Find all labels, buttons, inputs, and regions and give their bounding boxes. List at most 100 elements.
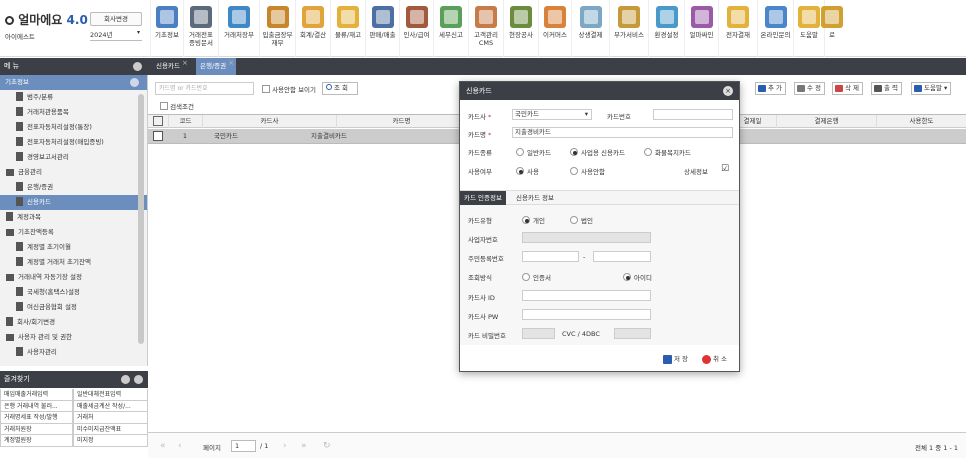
prev-page-icon[interactable]: ‹ xyxy=(178,441,182,451)
search-condition-toggle[interactable]: 검색조건 xyxy=(160,101,194,111)
toolbar-settings[interactable]: 환경설정 xyxy=(648,0,684,57)
first-page-icon[interactable]: « xyxy=(160,441,166,451)
last-page-icon[interactable]: » xyxy=(301,441,307,451)
search-input[interactable]: 카드명 or 카드번호 xyxy=(155,82,254,95)
tree-scrollbar[interactable] xyxy=(138,94,144,344)
favorite-item[interactable]: 일반대체전표입력 xyxy=(73,389,148,401)
close-icon[interactable]: × xyxy=(723,86,733,96)
toolbar-construction[interactable]: 현장공사 xyxy=(503,0,538,57)
show-unused-checkbox[interactable]: 사용안함 보이기 xyxy=(262,84,316,94)
cancel-button[interactable]: 취 소 xyxy=(700,353,730,366)
toolbar-hr[interactable]: 인사/급여 xyxy=(399,0,433,57)
toolbar-sign[interactable]: 얼마싸인 xyxy=(684,0,718,57)
tree-item[interactable]: 금융관리 xyxy=(0,165,147,180)
toolbar-basic-info[interactable]: 기초정보 xyxy=(150,0,183,57)
toolbar-cash-ledger[interactable]: 입출금장부 재무 xyxy=(259,0,295,57)
tree-item[interactable]: 계정과목 xyxy=(0,210,147,225)
toolbar-tax[interactable]: 세무신고 xyxy=(433,0,468,57)
edit-button[interactable]: 수 정 xyxy=(794,82,826,95)
close-icon[interactable]: × xyxy=(228,55,234,72)
tree-item[interactable]: 전표자동처리설정(매입증빙) xyxy=(0,135,147,150)
refresh-icon[interactable]: ↻ xyxy=(323,441,331,451)
tree-item[interactable]: 기초정보 xyxy=(0,75,147,90)
card-id-input[interactable] xyxy=(522,290,651,301)
col-card-company[interactable]: 카드사 xyxy=(202,115,336,128)
collapse-icon[interactable] xyxy=(133,62,142,71)
close-icon[interactable]: × xyxy=(182,55,188,72)
tree-item[interactable]: 회사/회기변경 xyxy=(0,315,147,330)
favorite-item[interactable]: 계정별원장 xyxy=(0,435,73,447)
auth-personal-radio[interactable]: 개인 xyxy=(522,215,545,225)
print-button[interactable]: 출 력 xyxy=(871,82,903,95)
tab-credit-card[interactable]: 신용카드 × xyxy=(152,58,190,75)
add-button[interactable]: 추 가 xyxy=(755,82,787,95)
next-page-icon[interactable]: › xyxy=(283,441,287,451)
toolbar-voucher[interactable]: 거래전표 증빙문서 xyxy=(183,0,218,57)
toolbar-sales[interactable]: 판매/매출 xyxy=(365,0,399,57)
favorite-item[interactable]: 미수미지급잔액표 xyxy=(73,423,148,435)
usage-off-radio[interactable]: 사용안함 xyxy=(570,166,605,176)
usage-on-radio[interactable]: 사용 xyxy=(516,166,539,176)
tree-item[interactable]: 기초잔액등록 xyxy=(0,225,147,240)
toolbar-service[interactable]: 부가서비스 xyxy=(609,0,648,57)
tab-bank[interactable]: 은행/증권 × xyxy=(196,55,237,75)
card-pwd-input[interactable] xyxy=(522,328,555,339)
tree-item[interactable]: 여신금융협회 설정 xyxy=(0,300,147,315)
toolbar-payment[interactable]: 상생결제 xyxy=(571,0,609,57)
favorite-item[interactable]: 미지정 xyxy=(73,435,148,447)
tree-item[interactable]: 전표자동처리설정(통장) xyxy=(0,120,147,135)
toolbar-approval[interactable]: 전자결재 xyxy=(718,0,757,57)
row-checkbox[interactable] xyxy=(153,131,163,141)
toolbar-accounting[interactable]: 회계/결산 xyxy=(295,0,330,57)
col-card-name[interactable]: 카드명 xyxy=(336,115,466,128)
favorite-item[interactable]: 거래명세표 작성/발행 xyxy=(0,412,73,424)
card-type-general-radio[interactable]: 일반카드 xyxy=(516,147,551,157)
delete-button[interactable]: 삭 제 xyxy=(832,82,864,95)
favorite-item[interactable]: 은행 거래내역 불러... xyxy=(0,400,73,412)
tab-card-auth[interactable]: 카드 인증정보 xyxy=(460,191,506,205)
toolbar-help[interactable]: 도움말 xyxy=(793,0,824,57)
toolbar-logistics[interactable]: 물류/재고 xyxy=(330,0,365,57)
toolbar-customer[interactable]: 고객관리 CMS xyxy=(468,0,503,57)
login-id-radio[interactable]: 아이디 xyxy=(623,272,652,282)
tree-item[interactable]: 계정별 초기이월 xyxy=(0,240,147,255)
col-limit[interactable]: 사용한도 xyxy=(876,115,966,128)
auth-corporate-radio[interactable]: 법인 xyxy=(570,215,593,225)
tree-item[interactable]: 범주/분류 xyxy=(0,90,147,105)
tree-item[interactable]: 은행/증권 xyxy=(0,180,147,195)
toolbar-logout[interactable]: 로 xyxy=(821,0,843,57)
favorite-item[interactable]: 거래처 xyxy=(73,412,148,424)
tree-item[interactable]: 거래처관용품목 xyxy=(0,105,147,120)
toolbar-ledger[interactable]: 거래처장부 xyxy=(218,0,259,57)
col-code[interactable]: 코드 xyxy=(168,115,202,128)
collapse-icon[interactable] xyxy=(130,78,139,87)
cvc-input[interactable] xyxy=(614,328,651,339)
card-type-business-radio[interactable]: 사업용 신용카드 xyxy=(570,147,625,157)
col-pay-bank[interactable]: 결제은행 xyxy=(776,115,876,128)
card-name-input[interactable]: 지출경비카드 xyxy=(512,127,733,138)
tree-item[interactable]: 경영보고서관리 xyxy=(0,150,147,165)
favorite-item[interactable]: 매출세금계산 작성/... xyxy=(73,400,148,412)
tab-card-info[interactable]: 신용카드 정보 xyxy=(512,191,558,205)
tree-item[interactable]: 거래내역 자동기장 설정 xyxy=(0,270,147,285)
year-select[interactable]: 2024년 ▾ xyxy=(90,29,142,41)
card-pw-input[interactable] xyxy=(522,309,651,320)
gear-icon[interactable] xyxy=(121,375,130,384)
toolbar-inquiry[interactable]: 온라인문의 xyxy=(757,0,793,57)
tree-item[interactable]: 국세청(홈택스)설정 xyxy=(0,285,147,300)
collapse-icon[interactable] xyxy=(134,375,143,384)
detail-checkbox[interactable]: ☑ xyxy=(721,164,729,174)
inquire-button[interactable]: 조 회 xyxy=(322,82,358,95)
toolbar-ecommerce[interactable]: 이커머스 xyxy=(538,0,571,57)
select-all-checkbox[interactable] xyxy=(153,116,163,126)
favorite-item[interactable]: 매입매출거래입력 xyxy=(0,389,73,401)
tree-item[interactable]: 신용카드 xyxy=(0,195,147,210)
save-button[interactable]: 저 장 xyxy=(661,353,691,366)
page-input[interactable]: 1 xyxy=(231,440,256,452)
favorite-item[interactable]: 거래처원장 xyxy=(0,423,73,435)
card-company-select[interactable]: 국민카드 ▾ xyxy=(512,109,592,120)
card-number-input[interactable] xyxy=(653,109,733,120)
tree-item[interactable]: 사용자 관리 및 권한 xyxy=(0,330,147,345)
resident-number-back[interactable] xyxy=(593,251,651,262)
resident-number-front[interactable] xyxy=(522,251,579,262)
